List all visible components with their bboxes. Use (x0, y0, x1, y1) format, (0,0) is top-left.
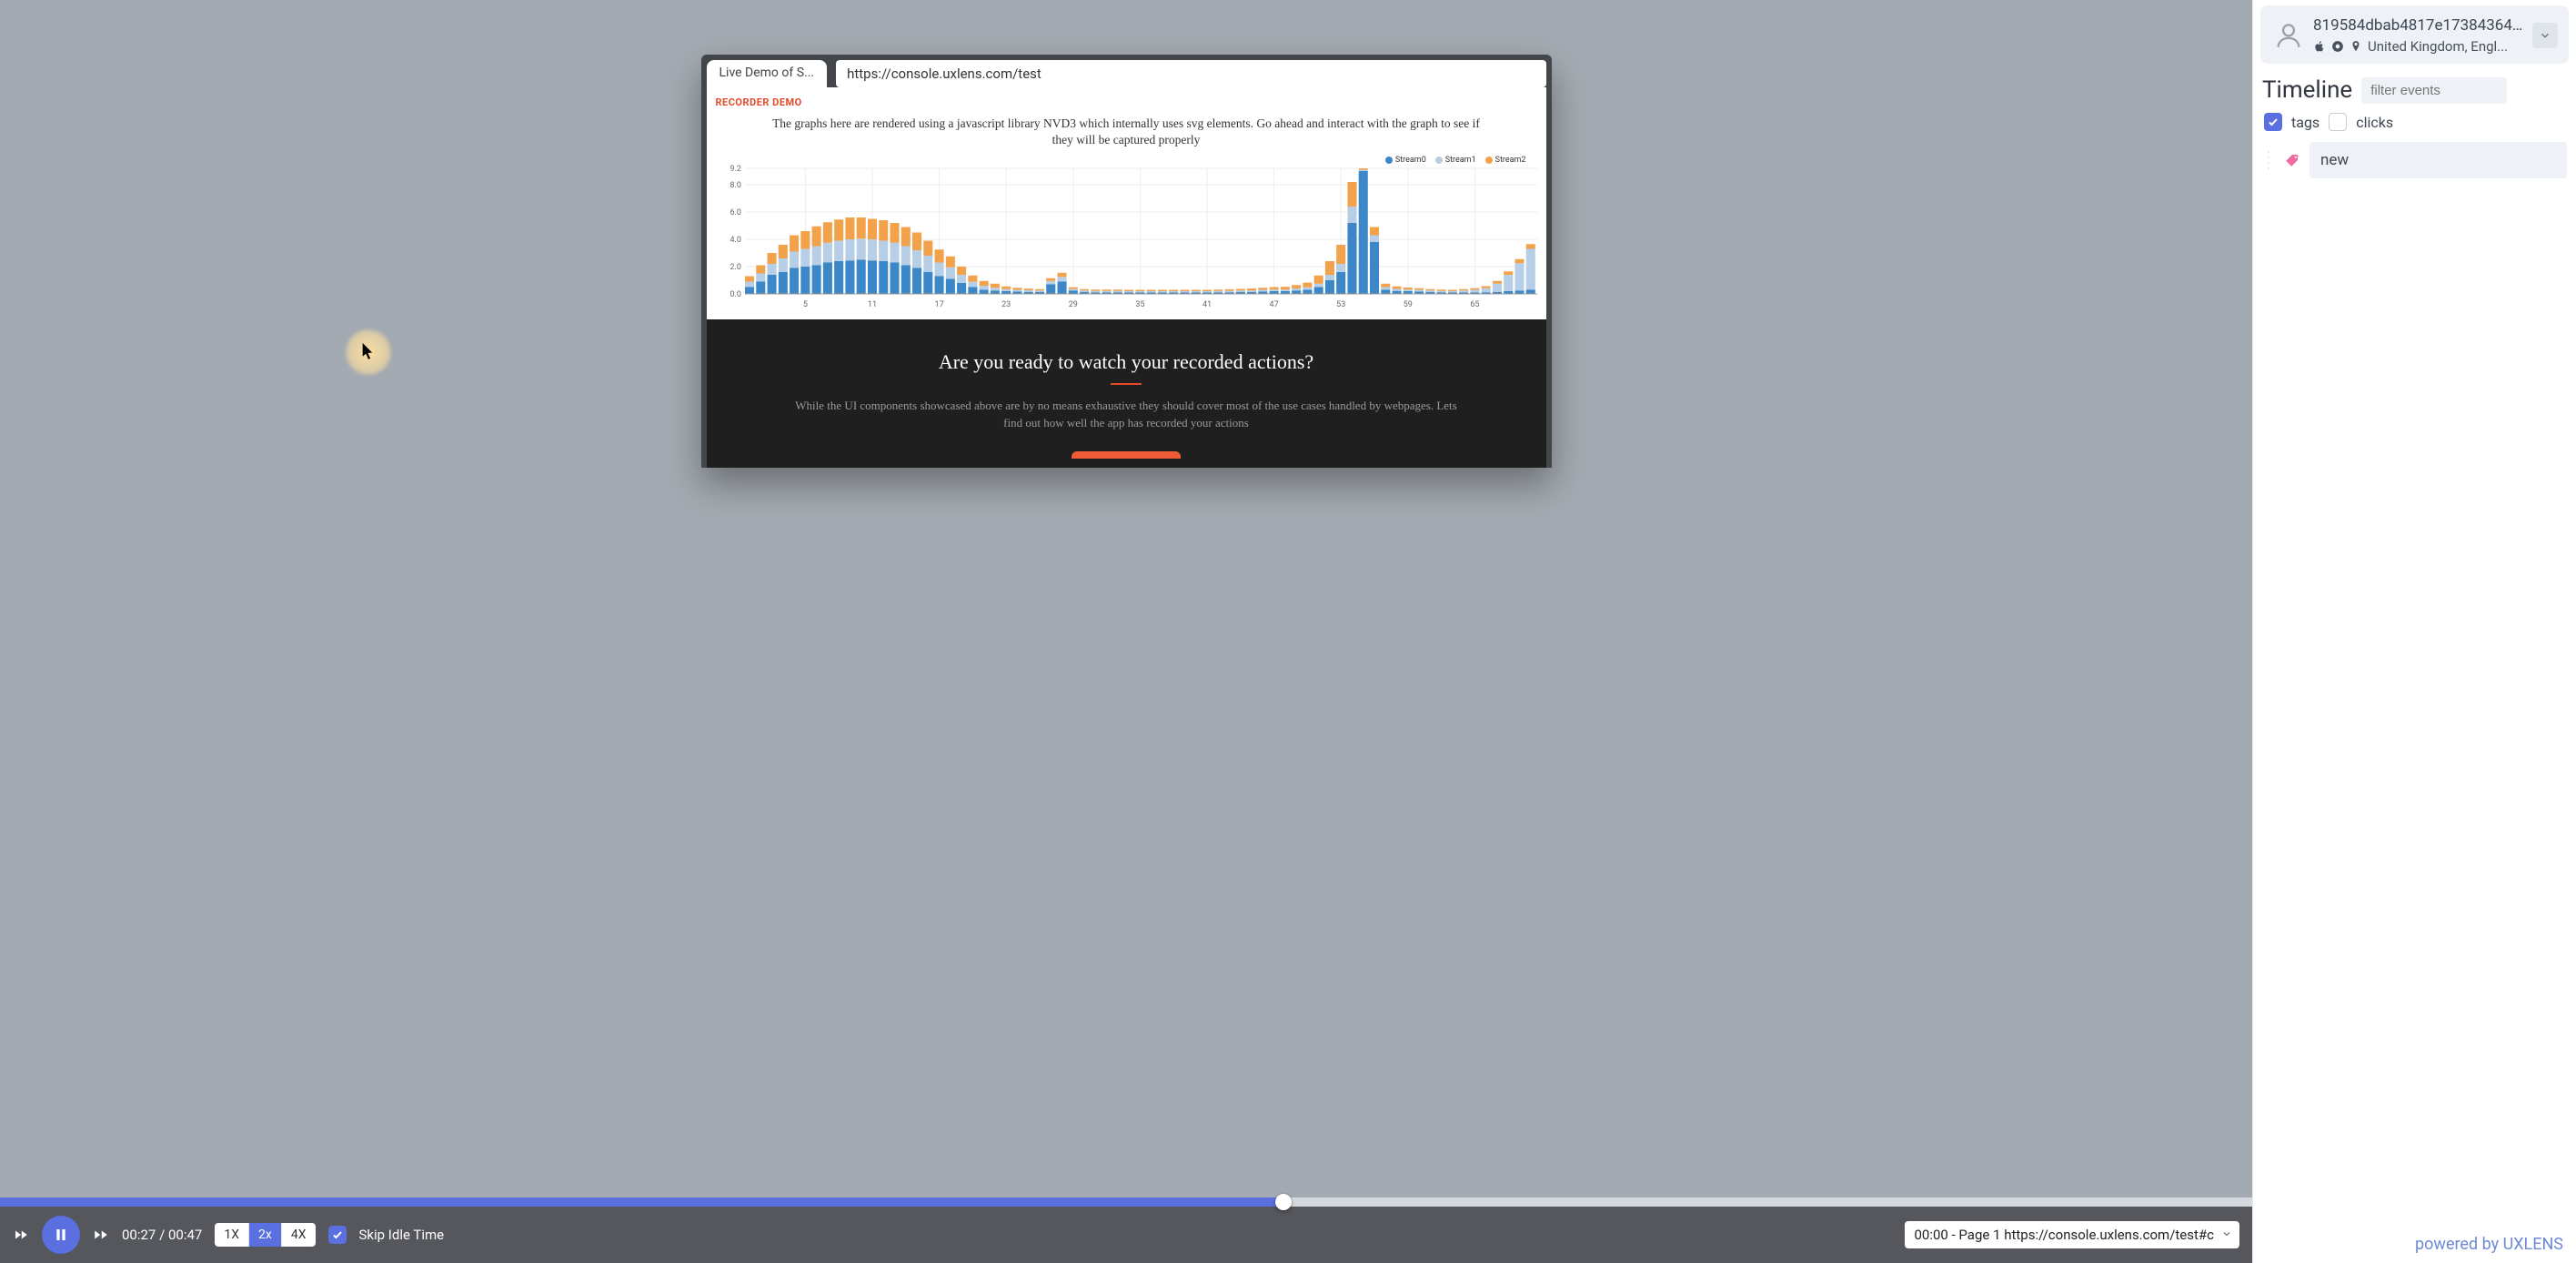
svg-text:5: 5 (802, 300, 807, 309)
chart-container[interactable]: Stream0 Stream1 Stream2 0.0 2.0 4.0 6.0 8.0 9… (707, 156, 1546, 319)
timeline-filters: tags clicks (2253, 104, 2576, 136)
recording-stage: Live Demo of S... https://console.uxlens… (0, 0, 2252, 1197)
browser-tab[interactable]: Live Demo of S... (707, 60, 828, 87)
svg-text:29: 29 (1068, 300, 1077, 309)
user-location: United Kingdom, Engl... (2368, 38, 2508, 55)
svg-text:2.0: 2.0 (730, 263, 741, 272)
play-pause-button[interactable] (42, 1216, 80, 1254)
progress-fill (0, 1197, 1283, 1207)
page-select-value: 00:00 - Page 1 https://console.uxlens.co… (1914, 1227, 2214, 1243)
svg-text:23: 23 (1001, 300, 1011, 309)
cursor-highlight (344, 328, 393, 377)
progress-knob[interactable] (1275, 1194, 1292, 1210)
tag-icon (2284, 152, 2300, 168)
timeline-item[interactable]: ···· new (2253, 136, 2576, 184)
user-card[interactable]: 819584dbab4817e17384364... United Kingdo… (2260, 5, 2569, 64)
timeline-rail: ···· (2262, 149, 2275, 171)
legend-swatch-s2 (1485, 157, 1493, 164)
skip-idle-label: Skip Idle Time (359, 1227, 445, 1243)
user-info: 819584dbab4817e17384364... United Kingdo… (2313, 16, 2523, 55)
user-meta: United Kingdom, Engl... (2313, 38, 2523, 55)
clicks-checkbox[interactable] (2329, 113, 2347, 131)
svg-text:11: 11 (867, 300, 876, 309)
location-icon (2350, 40, 2362, 53)
skip-back-button[interactable] (13, 1227, 29, 1243)
tags-label: tags (2291, 114, 2319, 131)
cta-subtitle: While the UI components showcased above … (790, 398, 1463, 430)
legend-stream1[interactable]: Stream1 (1435, 156, 1476, 165)
check-icon (332, 1229, 343, 1240)
recorded-page: RECORDER DEMO The graphs here are render… (707, 87, 1546, 468)
user-icon (2273, 20, 2304, 51)
legend-swatch-s0 (1385, 157, 1393, 164)
stacked-bar-chart[interactable]: 0.0 2.0 4.0 6.0 8.0 9.2 5 11 17 23 29 35 41 47 53 59 65 (719, 156, 1543, 310)
svg-text:41: 41 (1202, 300, 1211, 309)
apple-icon (2313, 40, 2326, 53)
check-icon (2268, 116, 2279, 127)
speed-1x-button[interactable]: 1X (215, 1223, 249, 1247)
player-pane: Live Demo of S... https://console.uxlens… (0, 0, 2252, 1263)
legend-label-s1: Stream1 (1445, 156, 1476, 165)
cta-underline (1111, 383, 1142, 385)
filter-events-input[interactable] (2361, 77, 2507, 104)
svg-text:53: 53 (1336, 300, 1345, 309)
chevron-down-icon (2539, 29, 2551, 42)
timeline-event-label: new (2309, 142, 2567, 178)
speed-4x-button[interactable]: 4X (282, 1223, 316, 1247)
chart-legend[interactable]: Stream0 Stream1 Stream2 (1385, 156, 1526, 165)
timecode: 00:27 / 00:47 (122, 1227, 202, 1243)
browser-frame: Live Demo of S... https://console.uxlens… (701, 55, 1552, 468)
legend-label-s0: Stream0 (1395, 156, 1426, 165)
url-bar[interactable]: https://console.uxlens.com/test (836, 60, 1545, 87)
tags-checkbox[interactable] (2264, 113, 2282, 131)
page-select[interactable]: 00:00 - Page 1 https://console.uxlens.co… (1905, 1221, 2239, 1248)
cursor-icon (362, 343, 375, 361)
skip-back-icon (13, 1227, 29, 1243)
svg-text:8.0: 8.0 (730, 181, 741, 190)
time-total: 00:47 (168, 1227, 202, 1243)
time-current: 00:27 (122, 1227, 156, 1243)
graph-caption: The graphs here are rendered using a jav… (707, 112, 1546, 156)
svg-text:65: 65 (1470, 300, 1479, 309)
cta-button[interactable] (1072, 451, 1181, 459)
sidebar: 819584dbab4817e17384364... United Kingdo… (2252, 0, 2576, 1263)
svg-text:4.0: 4.0 (730, 236, 741, 245)
skip-forward-icon (93, 1227, 109, 1243)
expand-user-button[interactable] (2532, 23, 2558, 48)
user-id: 819584dbab4817e17384364... (2313, 16, 2523, 35)
cta-title: Are you ready to watch your recorded act… (752, 350, 1501, 374)
clicks-label: clicks (2356, 114, 2393, 131)
legend-swatch-s1 (1435, 157, 1443, 164)
svg-text:9.2: 9.2 (730, 165, 741, 174)
chrome-icon (2331, 40, 2344, 53)
speed-group: 1X 2x 4X (215, 1223, 315, 1247)
speed-2x-button[interactable]: 2x (249, 1223, 282, 1247)
progress-track[interactable] (0, 1197, 2252, 1207)
pause-icon (54, 1228, 68, 1242)
playback-controls: 00:27 / 00:47 1X 2x 4X Skip Idle Time 00… (0, 1207, 2252, 1263)
timeline-header: Timeline (2253, 76, 2576, 104)
skip-forward-button[interactable] (93, 1227, 109, 1243)
cta-panel: Are you ready to watch your recorded act… (707, 319, 1546, 467)
svg-text:17: 17 (934, 300, 943, 309)
svg-text:47: 47 (1269, 300, 1278, 309)
browser-chrome: Live Demo of S... https://console.uxlens… (707, 60, 1546, 87)
svg-text:0.0: 0.0 (730, 290, 741, 299)
skip-idle-checkbox[interactable] (328, 1226, 347, 1244)
recorder-demo-label: RECORDER DEMO (707, 87, 1546, 112)
powered-by[interactable]: powered by UXLENS (2253, 1226, 2576, 1263)
timeline-title: Timeline (2262, 76, 2352, 104)
legend-label-s2: Stream2 (1495, 156, 1526, 165)
svg-text:35: 35 (1135, 300, 1144, 309)
legend-stream2[interactable]: Stream2 (1485, 156, 1526, 165)
svg-text:59: 59 (1403, 300, 1412, 309)
svg-text:6.0: 6.0 (730, 208, 741, 217)
legend-stream0[interactable]: Stream0 (1385, 156, 1426, 165)
chevron-down-icon (2221, 1227, 2232, 1243)
